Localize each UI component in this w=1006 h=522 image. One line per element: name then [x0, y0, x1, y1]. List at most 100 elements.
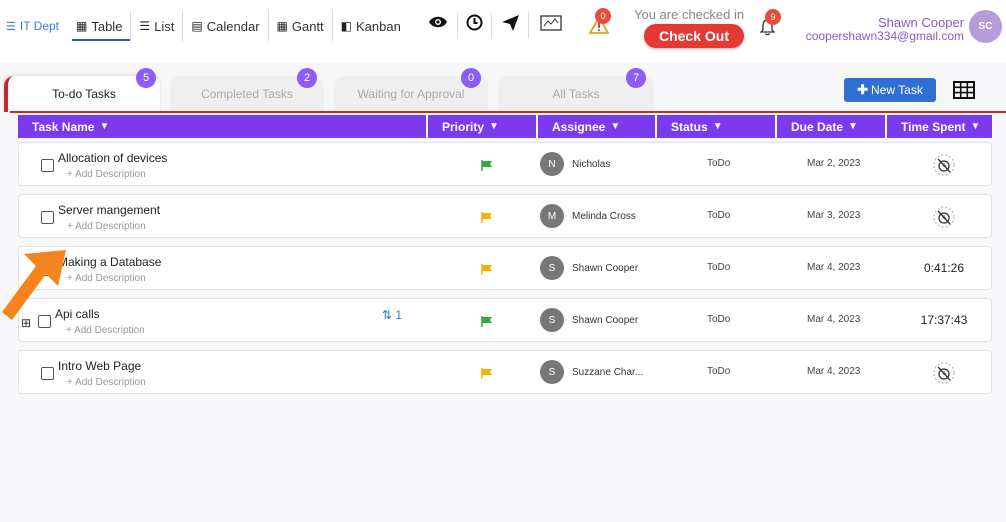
table-icon: ▦ — [76, 19, 88, 33]
add-description-link[interactable]: + Add Description — [67, 377, 146, 388]
due-date[interactable]: Mar 4, 2023 — [807, 314, 860, 325]
dashboard-icon[interactable] — [540, 15, 562, 36]
col-task-name[interactable]: Task Name ▼ — [18, 115, 426, 138]
tab-all-tasks[interactable]: All Tasks 7 — [498, 68, 654, 112]
tabs-divider — [10, 111, 1006, 113]
assignee-avatar: S — [540, 308, 564, 332]
add-description-link[interactable]: + Add Description — [66, 325, 145, 336]
add-description-link[interactable]: + Add Description — [67, 273, 146, 284]
assignee-name: Melinda Cross — [572, 211, 636, 222]
pointer-arrow-icon — [0, 246, 72, 331]
task-name[interactable]: Making a Database — [58, 255, 161, 269]
table-row[interactable]: Making a Database + Add Description S Sh… — [18, 246, 992, 290]
view-list[interactable]: ☰ List — [131, 11, 184, 41]
timer-off-icon[interactable] — [933, 362, 955, 389]
calendar-icon: ▤ — [191, 19, 203, 33]
task-name[interactable]: Server mangement — [58, 203, 160, 217]
dept-icon: ☰ — [6, 20, 16, 33]
tab-completed[interactable]: Completed Tasks 2 — [170, 68, 324, 112]
subtask-count[interactable]: ⇅ 1 — [382, 308, 402, 322]
assignee-avatar: S — [540, 256, 564, 280]
col-priority[interactable]: Priority ▼ — [428, 115, 536, 138]
tab-count-badge: 2 — [297, 68, 317, 88]
view-switcher: ▦ Table ☰ List ▤ Calendar ▦ Gantt ◧ Kanb… — [68, 10, 409, 42]
task-checkbox[interactable] — [41, 211, 54, 224]
flag-icon[interactable] — [481, 314, 493, 332]
filter-icon[interactable]: ▼ — [489, 121, 499, 132]
plus-icon: ✚ — [857, 82, 869, 97]
due-date[interactable]: Mar 4, 2023 — [807, 262, 860, 273]
add-description-link[interactable]: + Add Description — [67, 169, 146, 180]
gantt-icon: ▦ — [276, 19, 288, 33]
send-icon[interactable] — [501, 14, 520, 37]
task-checkbox[interactable] — [41, 159, 54, 172]
alert-badge: 0 — [595, 8, 611, 24]
new-task-button[interactable]: ✚ New Task — [844, 78, 936, 102]
checkout-button[interactable]: Check Out — [644, 24, 744, 48]
table-row[interactable]: Allocation of devices + Add Description … — [18, 142, 992, 186]
task-name[interactable]: Intro Web Page — [58, 359, 141, 373]
table-row[interactable]: Intro Web Page + Add Description S Suzza… — [18, 350, 992, 394]
filter-icon[interactable]: ▼ — [610, 121, 620, 132]
add-description-link[interactable]: + Add Description — [67, 221, 146, 232]
user-name[interactable]: Shawn Cooper — [878, 15, 964, 30]
timer-off-icon[interactable] — [933, 206, 955, 233]
col-due-date[interactable]: Due Date ▼ — [777, 115, 885, 138]
table-settings-icon[interactable] — [953, 81, 975, 104]
task-status[interactable]: ToDo — [707, 210, 730, 221]
flag-icon[interactable] — [481, 210, 493, 228]
clock-icon[interactable] — [466, 14, 483, 36]
view-calendar[interactable]: ▤ Calendar — [183, 11, 269, 41]
task-status[interactable]: ToDo — [707, 314, 730, 325]
top-bar: ☰ IT Dept ▦ Table ☰ List ▤ Calendar ▦ Ga… — [0, 0, 1006, 62]
dept-label: IT Dept — [19, 19, 60, 33]
assignee-avatar: N — [540, 152, 564, 176]
task-status[interactable]: ToDo — [707, 158, 730, 169]
tab-count-badge: 7 — [626, 68, 646, 88]
user-avatar[interactable]: SC — [969, 10, 1002, 43]
checked-in-text: You are checked in — [634, 7, 745, 22]
task-checkbox[interactable] — [41, 367, 54, 380]
assignee-name: Nicholas — [572, 159, 611, 170]
dept-selector[interactable]: ☰ IT Dept — [6, 19, 59, 33]
timer-off-icon[interactable] — [933, 154, 955, 181]
filter-icon[interactable]: ▼ — [848, 121, 858, 132]
kanban-icon: ◧ — [340, 19, 353, 33]
filter-icon[interactable]: ▼ — [99, 121, 109, 132]
assignee-name: Suzzane Char... — [572, 367, 644, 378]
table-row[interactable]: Server mangement + Add Description M Mel… — [18, 194, 992, 238]
col-assignee[interactable]: Assignee ▼ — [538, 115, 655, 138]
due-date[interactable]: Mar 2, 2023 — [807, 158, 860, 169]
list-icon: ☰ — [139, 19, 151, 33]
filter-icon[interactable]: ▼ — [970, 121, 980, 132]
assignee-avatar: M — [540, 204, 564, 228]
table-row[interactable]: ⊞ Api calls + Add Description ⇅ 1 S Shaw… — [18, 298, 992, 342]
view-kanban[interactable]: ◧ Kanban — [333, 11, 409, 41]
flag-icon[interactable] — [481, 262, 493, 280]
subtask-icon: ⇅ — [382, 308, 393, 322]
user-email: coopershawn334@gmail.com — [805, 29, 964, 43]
due-date[interactable]: Mar 4, 2023 — [807, 366, 860, 377]
due-date[interactable]: Mar 3, 2023 — [807, 210, 860, 221]
view-gantt[interactable]: ▦ Gantt — [269, 11, 333, 41]
notification-badge: 9 — [765, 9, 781, 25]
assignee-name: Shawn Cooper — [572, 315, 639, 326]
task-status[interactable]: ToDo — [707, 262, 730, 273]
time-spent[interactable]: 0:41:26 — [919, 261, 969, 275]
tab-waiting-approval[interactable]: Waiting for Approval 0 — [334, 68, 488, 112]
task-name[interactable]: Allocation of devices — [58, 151, 167, 165]
flag-icon[interactable] — [481, 366, 493, 384]
tab-count-badge: 0 — [461, 68, 481, 88]
eye-icon[interactable] — [428, 15, 448, 34]
filter-icon[interactable]: ▼ — [713, 121, 723, 132]
assignee-name: Shawn Cooper — [572, 263, 639, 274]
col-time-spent[interactable]: Time Spent ▼ — [887, 115, 992, 138]
tab-count-badge: 5 — [136, 68, 156, 88]
view-table[interactable]: ▦ Table — [68, 11, 132, 41]
flag-icon[interactable] — [481, 158, 493, 176]
task-status[interactable]: ToDo — [707, 366, 730, 377]
assignee-avatar: S — [540, 360, 564, 384]
time-spent[interactable]: 17:37:43 — [919, 313, 969, 327]
tab-todo[interactable]: To-do Tasks 5 — [4, 68, 160, 112]
col-status[interactable]: Status ▼ — [657, 115, 775, 138]
